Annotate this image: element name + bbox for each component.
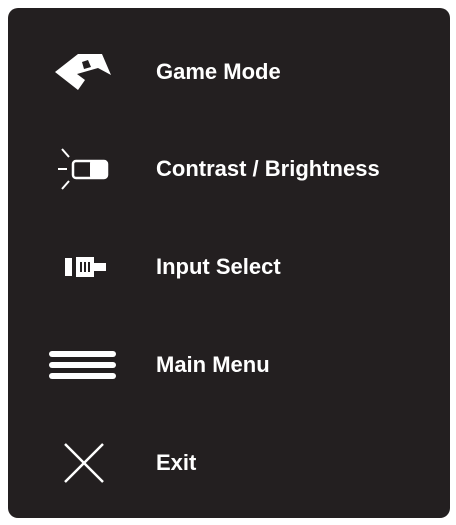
menu-item-label: Input Select [156,254,281,279]
input-select-icon [48,245,120,289]
menu-item-label: Exit [156,450,197,475]
game-mode-icon [48,50,120,94]
menu-item-contrast-brightness[interactable]: Contrast / Brightness [8,133,450,205]
menu-item-game-mode[interactable]: Game Mode [8,36,450,108]
exit-icon [48,441,120,485]
menu-item-label: Main Menu [156,352,270,377]
menu-item-label: Game Mode [156,59,281,84]
menu-item-label: Contrast / Brightness [156,156,380,181]
menu-item-exit[interactable]: Exit [8,427,450,499]
menu-item-input-select[interactable]: Input Select [8,231,450,303]
osd-menu-panel: Game Mode Contrast / Brightness Input Se… [8,8,450,518]
contrast-brightness-icon [48,147,120,191]
menu-item-main-menu[interactable]: Main Menu [8,329,450,401]
main-menu-icon [48,343,120,387]
